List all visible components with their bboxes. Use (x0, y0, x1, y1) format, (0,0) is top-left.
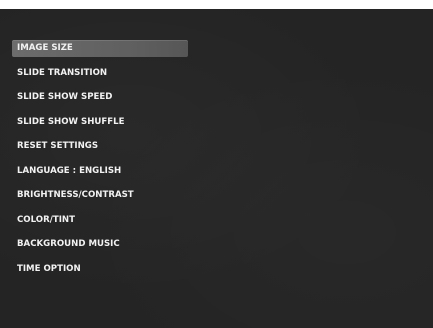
menu-item-color-tint[interactable]: COLOR/TINT (12, 212, 188, 229)
menu-item-slide-show-speed[interactable]: SLIDE SHOW SPEED (12, 89, 188, 106)
menu-item-slide-show-shuffle[interactable]: SLIDE SHOW SHUFFLE (12, 114, 188, 131)
menu-item-reset-settings[interactable]: RESET SETTINGS (12, 138, 188, 155)
menu-item-time-option[interactable]: TIME OPTION (12, 261, 188, 278)
settings-screen: IMAGE SIZE SLIDE TRANSITION SLIDE SHOW S… (0, 9, 433, 328)
menu-item-brightness-contrast[interactable]: BRIGHTNESS/CONTRAST (12, 187, 188, 204)
menu-item-image-size[interactable]: IMAGE SIZE (12, 40, 188, 57)
menu-item-background-music[interactable]: BACKGROUND MUSIC (12, 236, 188, 253)
menu-item-slide-transition[interactable]: SLIDE TRANSITION (12, 65, 188, 82)
settings-menu: IMAGE SIZE SLIDE TRANSITION SLIDE SHOW S… (12, 40, 188, 285)
menu-item-language[interactable]: LANGUAGE : ENGLISH (12, 163, 188, 180)
